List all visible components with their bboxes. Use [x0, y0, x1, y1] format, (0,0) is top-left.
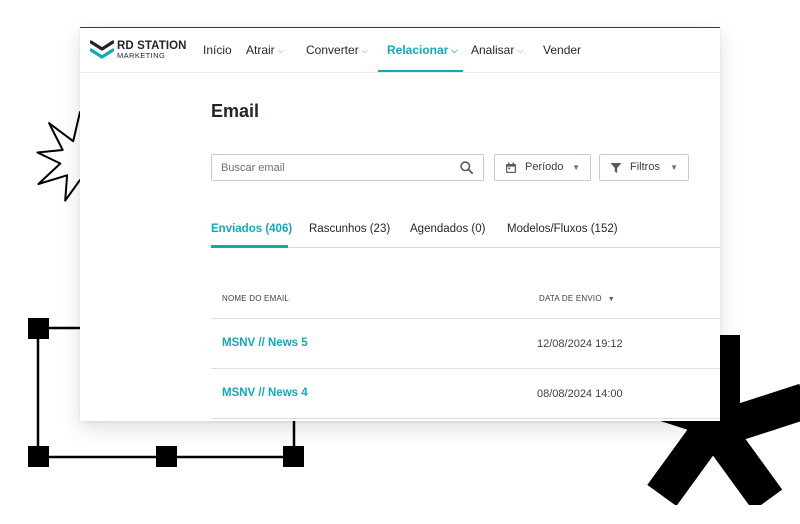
email-name-link[interactable]: MSNV // News 5 [222, 337, 308, 349]
chevron-down-icon: ⌵ [451, 46, 458, 55]
nav-item-vender[interactable]: Vender [543, 28, 581, 72]
chevron-down-icon: ⌵ [517, 46, 524, 55]
logo-sub-text: MARKETING [117, 51, 166, 60]
nav-item-label: Relacionar [387, 43, 449, 57]
column-header-label: NOME DO EMAIL [222, 294, 290, 303]
row-divider [211, 418, 720, 419]
active-tab-underline [211, 245, 288, 248]
top-navigation: RD STATION MARKETING Início Atrair ⌵ Conv… [80, 28, 720, 73]
nav-item-converter[interactable]: Converter ⌵ [306, 28, 368, 72]
handle-square [28, 318, 49, 339]
search-field[interactable] [211, 154, 484, 181]
chevron-down-icon: ⌵ [277, 46, 284, 55]
tab-agendados[interactable]: Agendados (0) [410, 223, 485, 235]
filters-button[interactable]: Filtros ▼ [599, 154, 689, 181]
nav-item-atrair[interactable]: Atrair ⌵ [246, 28, 284, 72]
search-icon[interactable] [460, 161, 473, 174]
nav-item-label: Converter [306, 43, 359, 57]
nav-item-relacionar[interactable]: Relacionar ⌵ [387, 28, 457, 72]
sort-caret-icon[interactable]: ▼ [608, 296, 615, 303]
calendar-icon [506, 162, 516, 173]
nav-item-label: Início [203, 43, 232, 57]
email-send-date: 08/08/2024 14:00 [537, 388, 623, 400]
filters-label: Filtros [630, 161, 660, 173]
email-send-date: 12/08/2024 19:12 [537, 338, 623, 350]
handle-square [28, 446, 49, 467]
page-title: Email [211, 101, 260, 121]
row-divider [211, 368, 720, 369]
handle-square [283, 446, 304, 467]
rd-station-logo-mark-icon [90, 40, 114, 59]
chevron-down-icon: ⌵ [361, 46, 368, 55]
column-header-send-date[interactable]: DATA DE ENVIO ▼ [539, 294, 615, 303]
tab-rascunhos[interactable]: Rascunhos (23) [309, 223, 390, 235]
table-header-divider [211, 318, 720, 319]
handle-square [156, 446, 177, 467]
funnel-icon [610, 163, 622, 173]
nav-item-inicio[interactable]: Início [203, 28, 232, 72]
nav-item-analisar[interactable]: Analisar ⌵ [471, 28, 523, 72]
column-header-label: DATA DE ENVIO [539, 294, 602, 303]
period-filter-label: Período [525, 161, 564, 173]
tab-modelos-fluxos[interactable]: Modelos/Fluxos (152) [507, 223, 618, 235]
search-input[interactable] [212, 155, 452, 180]
email-name-link[interactable]: MSNV // News 4 [222, 387, 308, 399]
rd-station-logo[interactable]: RD STATION MARKETING [90, 38, 190, 62]
nav-item-label: Atrair [246, 43, 275, 57]
caret-down-icon: ▼ [572, 163, 580, 172]
column-header-email-name: NOME DO EMAIL [222, 294, 289, 303]
active-nav-underline [378, 70, 463, 72]
app-window: RD STATION MARKETING Início Atrair ⌵ Conv… [80, 27, 720, 421]
nav-item-label: Vender [543, 43, 582, 57]
nav-item-label: Analisar [471, 43, 515, 57]
period-filter-button[interactable]: Período ▼ [494, 154, 591, 181]
caret-down-icon: ▼ [670, 163, 678, 172]
tab-enviados[interactable]: Enviados (406) [211, 223, 292, 235]
